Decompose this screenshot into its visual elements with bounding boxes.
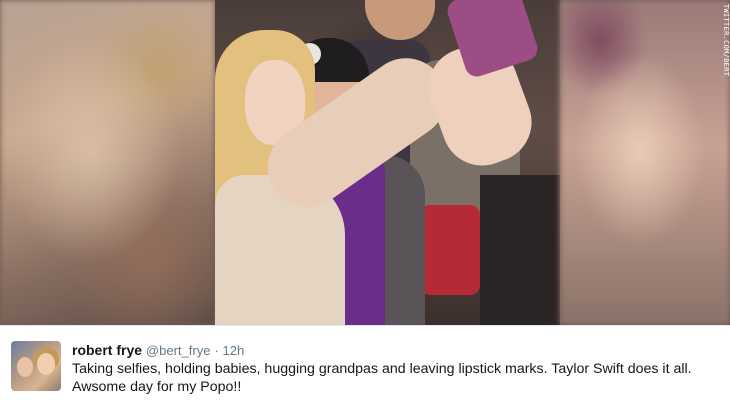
photo-credit: TWITTER.COM/BERT_FR [722, 4, 730, 78]
blurred-photo-right [560, 0, 730, 325]
tweet-text: Taking selfies, holding babies, hugging … [72, 360, 722, 396]
author-name[interactable]: robert frye [72, 342, 142, 358]
avatar-face-right [37, 353, 55, 375]
crowd-face [365, 0, 435, 40]
avatar-face-left [17, 357, 33, 377]
crowd-dark [480, 175, 560, 325]
tweet-photo[interactable]: TWITTER.COM/BERT_FR [0, 0, 730, 325]
tweet-card: robert frye @bert_frye · 12h Taking self… [0, 325, 730, 400]
blurred-photo-left [0, 0, 215, 325]
tweet-text-line-2: Awsome day for my Popo!! [72, 379, 242, 395]
author-handle[interactable]: @bert_frye [146, 343, 211, 358]
crowd-red [420, 205, 480, 295]
meta-separator: · [214, 343, 219, 358]
tweet-timestamp[interactable]: 12h [223, 343, 245, 358]
tweet-text-line-1: Taking selfies, holding babies, hugging … [72, 361, 692, 377]
tweet-header: robert frye @bert_frye · 12h [72, 341, 244, 359]
selfie-photo [215, 0, 560, 325]
avatar[interactable] [11, 341, 61, 391]
